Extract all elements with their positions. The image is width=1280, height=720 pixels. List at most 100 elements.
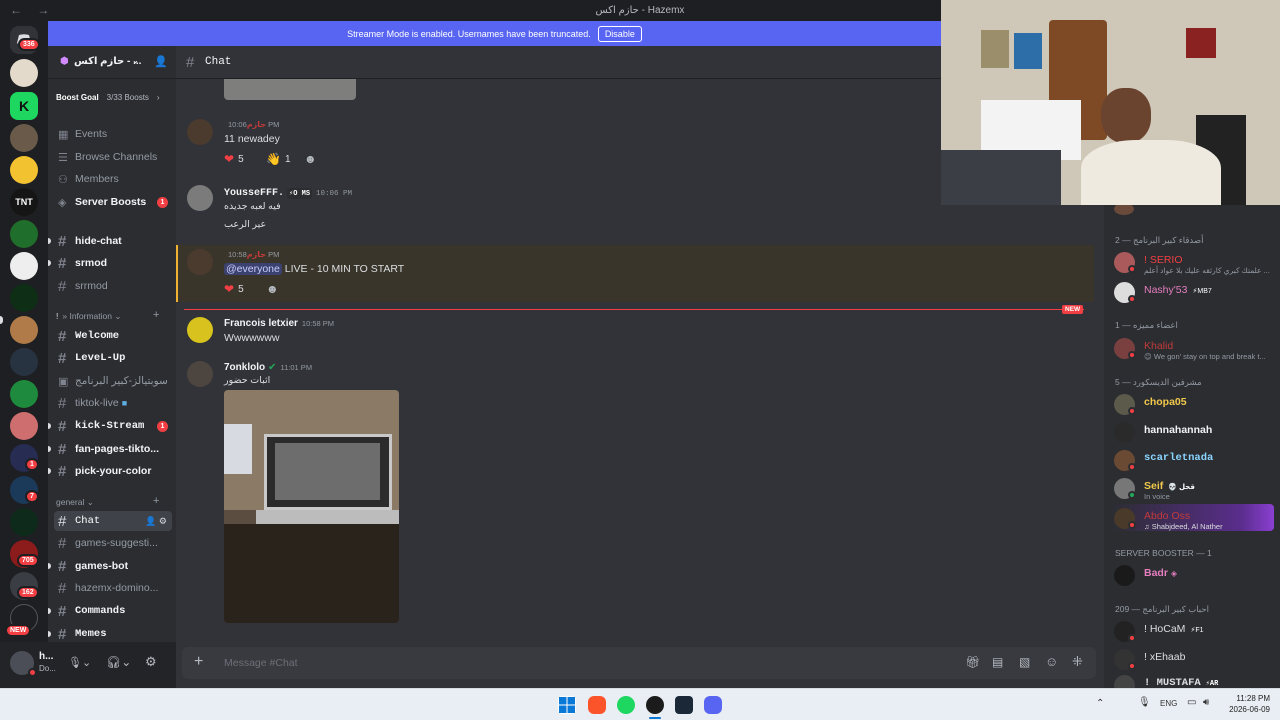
server-icon[interactable]: [10, 59, 38, 87]
gift-icon[interactable]: 🎁︎: [965, 655, 980, 669]
discord-taskbar-icon[interactable]: [704, 696, 722, 714]
message-author[interactable]: Francois letxier 10:58 PM: [224, 318, 334, 329]
reaction-wave[interactable]: 👋 1: [266, 150, 291, 168]
member-item[interactable]: Badr ◈: [1114, 563, 1274, 587]
tnt-server-icon[interactable]: TNT: [10, 188, 38, 216]
photo-attachment[interactable]: [224, 390, 399, 623]
channel-subtitles[interactable]: ▣ سوبتيالز-كبير البرنامج: [54, 371, 172, 391]
add-channel-icon[interactable]: +: [153, 495, 159, 507]
headphones-icon[interactable]: 🎧︎⌄: [106, 655, 131, 669]
category-general[interactable]: general ⌄ +: [56, 495, 159, 508]
image-attachment[interactable]: [224, 79, 356, 100]
channel-pick-your-color[interactable]: # pick-your-color: [54, 461, 172, 481]
add-channel-icon[interactable]: +: [153, 309, 159, 321]
apps-icon[interactable]: ⁜: [1072, 654, 1083, 670]
channel-level-up[interactable]: # LeveL-Up: [54, 348, 172, 368]
channel-kick-stream[interactable]: # kick-Stream 1: [54, 416, 172, 436]
settings-icon[interactable]: 👤 ⚙: [145, 516, 167, 527]
member-item[interactable]: Khalid 😊 We gon' stay on top and break t…: [1114, 336, 1274, 361]
channel-fan-pages[interactable]: # fan-pages-tikto...: [54, 439, 172, 459]
events-item[interactable]: ▦ Events: [54, 124, 172, 144]
add-member-icon[interactable]: 👤: [154, 55, 168, 68]
disable-button[interactable]: Disable: [597, 25, 642, 42]
start-icon[interactable]: [558, 696, 576, 714]
waving-hand-icon: 👋: [266, 152, 281, 166]
server-icon[interactable]: [10, 412, 38, 440]
browse-channels-item[interactable]: ☰ Browse Channels: [54, 147, 172, 167]
member-item[interactable]: ! MUSTAFA ⚡AR: [1114, 673, 1274, 688]
channel-tiktok-live[interactable]: # tiktok-live ■: [54, 393, 172, 413]
channel-games-suggestions[interactable]: # games-suggesti...: [54, 533, 172, 553]
message-author[interactable]: 7onklolo ✔ 11:01 PM: [224, 362, 312, 373]
message-author[interactable]: حازم10:58 PM: [224, 250, 279, 259]
add-attachment-icon[interactable]: +: [194, 653, 203, 671]
channel-srrmod[interactable]: # srrmod: [54, 276, 172, 296]
avatar[interactable]: [187, 249, 213, 275]
obs-icon[interactable]: [646, 696, 664, 714]
spotify-icon[interactable]: [617, 696, 635, 714]
member-item[interactable]: ! HoCaM ⚡F1: [1114, 619, 1274, 643]
server-icon[interactable]: [10, 156, 38, 184]
channel-memes[interactable]: # Memes: [54, 624, 172, 644]
message-author[interactable]: حازم10:06 PM: [224, 120, 279, 129]
clock[interactable]: 11:28 PM 2026-06-09: [1220, 693, 1270, 715]
member-item[interactable]: scarletnada: [1114, 448, 1274, 472]
volume-icon[interactable]: 🔊︎: [1203, 697, 1209, 708]
message-author[interactable]: YousseFFF. ⚡O MS 10:06 PM: [224, 188, 352, 199]
channel-srmod[interactable]: # srmod: [54, 253, 172, 273]
steam-icon[interactable]: [675, 696, 693, 714]
emoji-icon[interactable]: ☺: [1045, 654, 1058, 669]
avatar[interactable]: [187, 119, 213, 145]
channel-chat[interactable]: # Chat 👤 ⚙: [54, 511, 172, 531]
member-item[interactable]: hannahannah: [1114, 420, 1274, 444]
server-icon[interactable]: [10, 220, 38, 248]
gear-icon[interactable]: ⚙: [145, 654, 157, 670]
kick-server-icon[interactable]: K: [10, 92, 38, 120]
channel-hide-chat[interactable]: # hide-chat: [54, 231, 172, 251]
member-item[interactable]: chopa05: [1114, 392, 1274, 416]
server-icon[interactable]: [10, 316, 38, 344]
gif-icon[interactable]: ▤: [992, 655, 1003, 669]
clock-time: 11:28 PM: [1236, 694, 1270, 703]
avatar[interactable]: [1114, 205, 1134, 215]
hash-icon: #: [58, 534, 67, 552]
member-item[interactable]: Abdo Oss ♫ Shabjdeed, Al Nather: [1114, 506, 1274, 531]
message-input[interactable]: Message #Chat: [224, 657, 298, 669]
tray-chevron-icon[interactable]: ⌃: [1096, 698, 1104, 709]
server-icon[interactable]: [10, 380, 38, 408]
channel-domino[interactable]: # hazemx-domino...: [54, 578, 172, 598]
member-item[interactable]: Seif 💀 قحل In voice: [1114, 476, 1274, 501]
hash-icon: #: [58, 277, 67, 295]
reaction-heart[interactable]: ❤ 5: [224, 280, 244, 298]
members-item[interactable]: ⚇ Members: [54, 169, 172, 189]
category-label: » Information: [62, 311, 112, 321]
reaction-heart[interactable]: ❤ 5: [224, 150, 244, 168]
server-icon[interactable]: [10, 124, 38, 152]
server-boosts-item[interactable]: ◈ Server Boosts 1: [54, 192, 172, 212]
microphone-tray-icon[interactable]: 🎙︎: [1138, 697, 1151, 708]
member-item[interactable]: Nashy'53 ⚡MB7: [1114, 280, 1274, 304]
server-icon[interactable]: [10, 508, 38, 536]
server-icon[interactable]: [10, 284, 38, 312]
avatar[interactable]: [187, 361, 213, 387]
server-icon[interactable]: [10, 348, 38, 376]
member-item[interactable]: ! SERIO علمتك كبري كارثقه عليك بلا عواد …: [1114, 250, 1274, 275]
server-header[interactable]: ⬢ حازم اكس - ... ⌄ 👤: [48, 46, 176, 79]
server-icon[interactable]: [10, 252, 38, 280]
channel-welcome[interactable]: # Welcome: [54, 326, 172, 346]
avatar[interactable]: [187, 317, 213, 343]
channel-games-bot[interactable]: # games-bot: [54, 556, 172, 576]
category-information[interactable]: !» Information ⌄ +: [56, 309, 159, 322]
sticker-icon[interactable]: ▧: [1019, 655, 1030, 669]
member-item[interactable]: ! xEhaab: [1114, 647, 1274, 671]
add-reaction-button[interactable]: ☻: [266, 280, 279, 298]
everyone-mention[interactable]: @everyone: [224, 263, 282, 275]
channel-commands[interactable]: # Commands: [54, 601, 172, 621]
add-reaction-button[interactable]: ☻: [304, 150, 317, 168]
avatar[interactable]: [187, 185, 213, 211]
brave-browser-icon[interactable]: [588, 696, 606, 714]
boost-goal[interactable]: Boost Goal 3/33 Boosts ›: [56, 88, 168, 106]
language-indicator[interactable]: ENG: [1160, 699, 1177, 708]
microphone-icon[interactable]: 🎙︎⌄: [68, 656, 91, 669]
network-icon[interactable]: ▭: [1187, 697, 1196, 708]
